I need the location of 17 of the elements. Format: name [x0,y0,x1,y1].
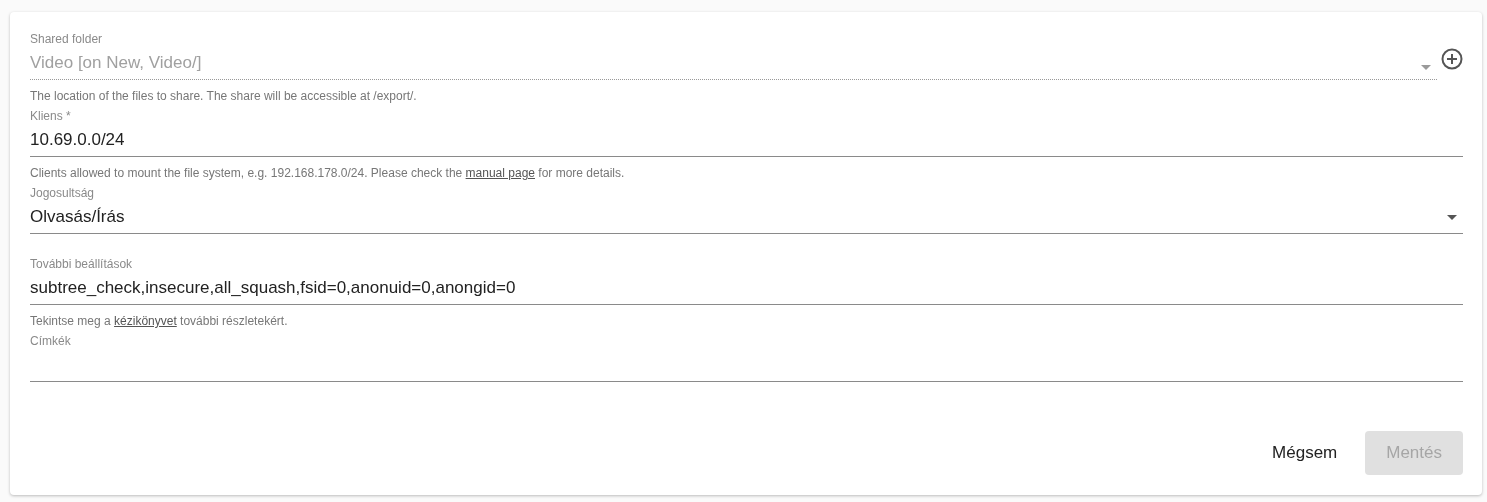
dropdown-field[interactable]: Olvasás/Írás [30,201,1463,234]
hint-text: Clients allowed to mount the file system, e.g. 192.168.178.0/24. Please check the manual page for more details. [30,165,626,181]
field-label: Kliens * [30,108,72,124]
field-label: Címkék [30,333,72,349]
hint-text: The location of the files to share. The share will be accessible at /export/. [30,88,418,104]
input-field[interactable]: subtree_check,insecure,all_squash,fsid=0,anonuid=0,anongid=0 [30,272,1463,305]
help-link[interactable]: manual page [465,166,535,180]
cancel-button[interactable]: Mégsem [1258,431,1352,475]
caret-icon [1447,214,1457,220]
field-label: További beállítások [30,256,134,272]
caret-icon [1421,64,1431,70]
add-icon [1441,47,1463,70]
help-link[interactable]: kézikönyvet [114,314,177,328]
hint-text: Tekintse meg a kézikönyvet további részletekért. [30,313,289,329]
field-label: Jogosultság [30,185,96,201]
field-label: Shared folder [30,31,104,47]
input-field[interactable]: 10.69.0.0/24 [30,124,1463,157]
